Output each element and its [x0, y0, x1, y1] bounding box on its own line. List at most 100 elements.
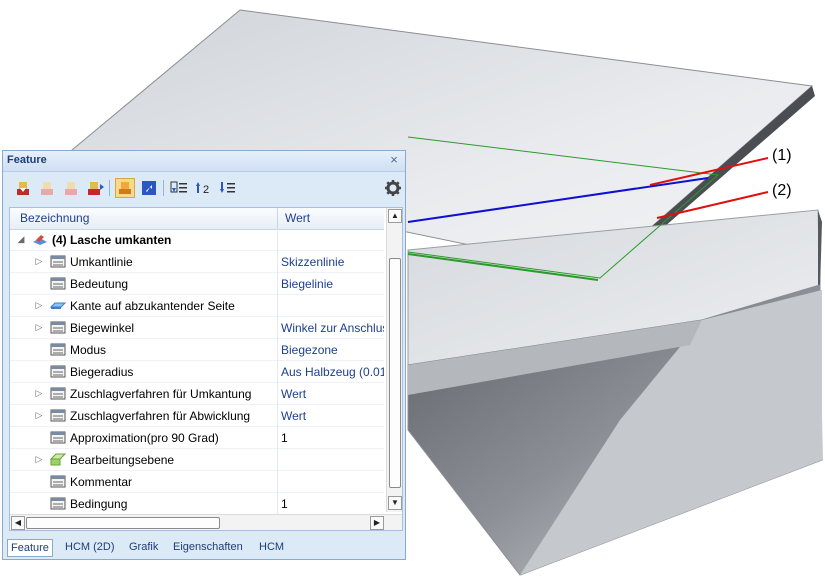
column-header-wert[interactable]: Wert	[285, 211, 310, 225]
feature-property-grid: Bezeichnung Wert ◢ (4) Lasche umkanten ▷…	[9, 207, 403, 531]
row-label: Zuschlagverfahren für Abwicklung	[70, 409, 251, 423]
row-label: Zuschlagverfahren für Umkantung	[70, 387, 252, 401]
tree-root-label: (4) Lasche umkanten	[52, 233, 172, 247]
vertical-scrollbar[interactable]: ▲ ▼	[386, 208, 402, 512]
grid-row-umkantlinie[interactable]: ▷ Umkantlinie Skizzenlinie	[10, 251, 384, 273]
property-table-icon	[50, 475, 66, 488]
row-value[interactable]: Biegelinie	[281, 277, 384, 291]
horizontal-scroll-thumb[interactable]	[26, 517, 220, 529]
row-divider	[277, 383, 278, 405]
jump-arrow-icon[interactable]	[139, 178, 159, 198]
plane-icon	[49, 453, 67, 466]
callout-2: (2)	[772, 182, 792, 199]
callout-1: (1)	[772, 147, 792, 164]
row-divider	[277, 405, 278, 427]
panel-header: Feature ×	[3, 151, 405, 172]
row-value[interactable]: Wert	[281, 387, 384, 401]
close-icon[interactable]: ×	[387, 152, 401, 168]
row-divider	[277, 449, 278, 471]
grid-row-approximation[interactable]: Approximation(pro 90 Grad) 1	[10, 427, 384, 449]
expand-arrow-icon[interactable]: ▷	[34, 300, 44, 311]
toolbar-separator	[163, 180, 164, 196]
row-value[interactable]: Wert	[281, 409, 384, 423]
row-label: Bedingung	[70, 497, 128, 511]
row-label: Biegewinkel	[70, 321, 135, 335]
horizontal-scrollbar[interactable]: ◀ ▶	[10, 514, 402, 530]
grid-row-biegewinkel[interactable]: ▷ Biegewinkel Winkel zur Anschlus	[10, 317, 384, 339]
row-divider	[277, 229, 278, 251]
property-table-icon	[50, 343, 66, 356]
grid-row-bedingung[interactable]: Bedingung 1	[10, 493, 384, 515]
gear-icon[interactable]	[383, 178, 403, 198]
row-value[interactable]: 1	[281, 497, 384, 511]
expand-arrow-icon[interactable]: ▷	[34, 388, 44, 399]
property-table-icon	[50, 497, 66, 510]
feature-insert-disabled-icon[interactable]	[37, 178, 57, 198]
row-value[interactable]: Biegezone	[281, 343, 384, 357]
sort-2-icon[interactable]: 2	[193, 178, 213, 198]
column-divider[interactable]	[277, 208, 278, 229]
panel-tabs: Feature HCM (2D) Grafik Eigenschaften HC…	[7, 537, 401, 557]
row-label: Umkantlinie	[70, 255, 133, 269]
edge-icon	[49, 299, 67, 312]
grid-header: Bezeichnung Wert	[10, 208, 384, 230]
sort-up-icon[interactable]	[169, 178, 189, 198]
tab-hcm[interactable]: HCM	[256, 539, 287, 557]
row-label: Kante auf abzukantender Seite	[70, 299, 235, 313]
sort-down-icon[interactable]	[217, 178, 237, 198]
row-label: Kommentar	[70, 475, 133, 489]
toolbar-separator	[109, 180, 110, 196]
grid-row-kommentar[interactable]: Kommentar	[10, 471, 384, 493]
row-divider	[277, 493, 278, 515]
property-table-icon	[50, 409, 66, 422]
expand-arrow-icon[interactable]: ▷	[34, 410, 44, 421]
grid-row-zuschlag-umkantung[interactable]: ▷ Zuschlagverfahren für Umkantung Wert	[10, 383, 384, 405]
feature-insert-icon[interactable]	[13, 178, 33, 198]
row-value[interactable]: Winkel zur Anschlus	[281, 321, 384, 335]
row-value[interactable]: Aus Halbzeug (0.01)	[281, 365, 384, 379]
property-table-icon	[50, 365, 66, 378]
grid-row-modus[interactable]: Modus Biegezone	[10, 339, 384, 361]
tab-feature[interactable]: Feature	[7, 539, 53, 557]
feature-toolbar: 2	[7, 175, 401, 203]
feature-list-active-icon[interactable]	[115, 178, 135, 198]
expand-arrow-icon[interactable]: ▷	[34, 256, 44, 267]
row-value[interactable]: Skizzenlinie	[281, 255, 384, 269]
grid-row-bearbeitungsebene[interactable]: ▷ Bearbeitungsebene	[10, 449, 384, 471]
row-divider	[277, 339, 278, 361]
property-table-icon	[50, 255, 66, 268]
row-value[interactable]: 1	[281, 431, 384, 445]
row-divider	[277, 471, 278, 493]
grid-row-zuschlag-abwicklung[interactable]: ▷ Zuschlagverfahren für Abwicklung Wert	[10, 405, 384, 427]
property-table-icon	[50, 431, 66, 444]
feature-insert-disabled-2-icon[interactable]	[61, 178, 81, 198]
scroll-up-icon[interactable]: ▲	[388, 209, 402, 223]
feature-recalculate-icon[interactable]	[85, 178, 105, 198]
scroll-right-icon[interactable]: ▶	[370, 516, 384, 530]
tab-hcm-2d[interactable]: HCM (2D)	[62, 539, 118, 557]
vertical-scroll-thumb[interactable]	[389, 258, 401, 488]
row-divider	[277, 251, 278, 273]
row-label: Bearbeitungsebene	[70, 453, 175, 467]
scroll-left-icon[interactable]: ◀	[11, 516, 25, 530]
row-divider	[277, 273, 278, 295]
collapse-triangle-icon[interactable]: ◢	[16, 234, 26, 245]
grid-row-bedeutung[interactable]: Bedeutung Biegelinie	[10, 273, 384, 295]
grid-row-biegeradius[interactable]: Biegeradius Aus Halbzeug (0.01)	[10, 361, 384, 383]
expand-arrow-icon[interactable]: ▷	[34, 454, 44, 465]
svg-text:2: 2	[203, 184, 209, 196]
column-header-bezeichnung[interactable]: Bezeichnung	[20, 211, 89, 225]
property-table-icon	[50, 321, 66, 334]
row-divider	[277, 427, 278, 449]
expand-arrow-icon[interactable]: ▷	[34, 322, 44, 333]
tab-eigenschaften[interactable]: Eigenschaften	[170, 539, 246, 557]
tree-root-row[interactable]: ◢ (4) Lasche umkanten	[10, 229, 384, 251]
tab-grafik[interactable]: Grafik	[126, 539, 161, 557]
grid-row-kante[interactable]: ▷ Kante auf abzukantender Seite	[10, 295, 384, 317]
row-label: Modus	[70, 343, 107, 357]
lower-plate-edge	[818, 210, 822, 290]
property-table-icon	[50, 277, 66, 290]
row-divider	[277, 295, 278, 317]
panel-title: Feature	[7, 154, 47, 166]
scroll-down-icon[interactable]: ▼	[388, 496, 402, 510]
